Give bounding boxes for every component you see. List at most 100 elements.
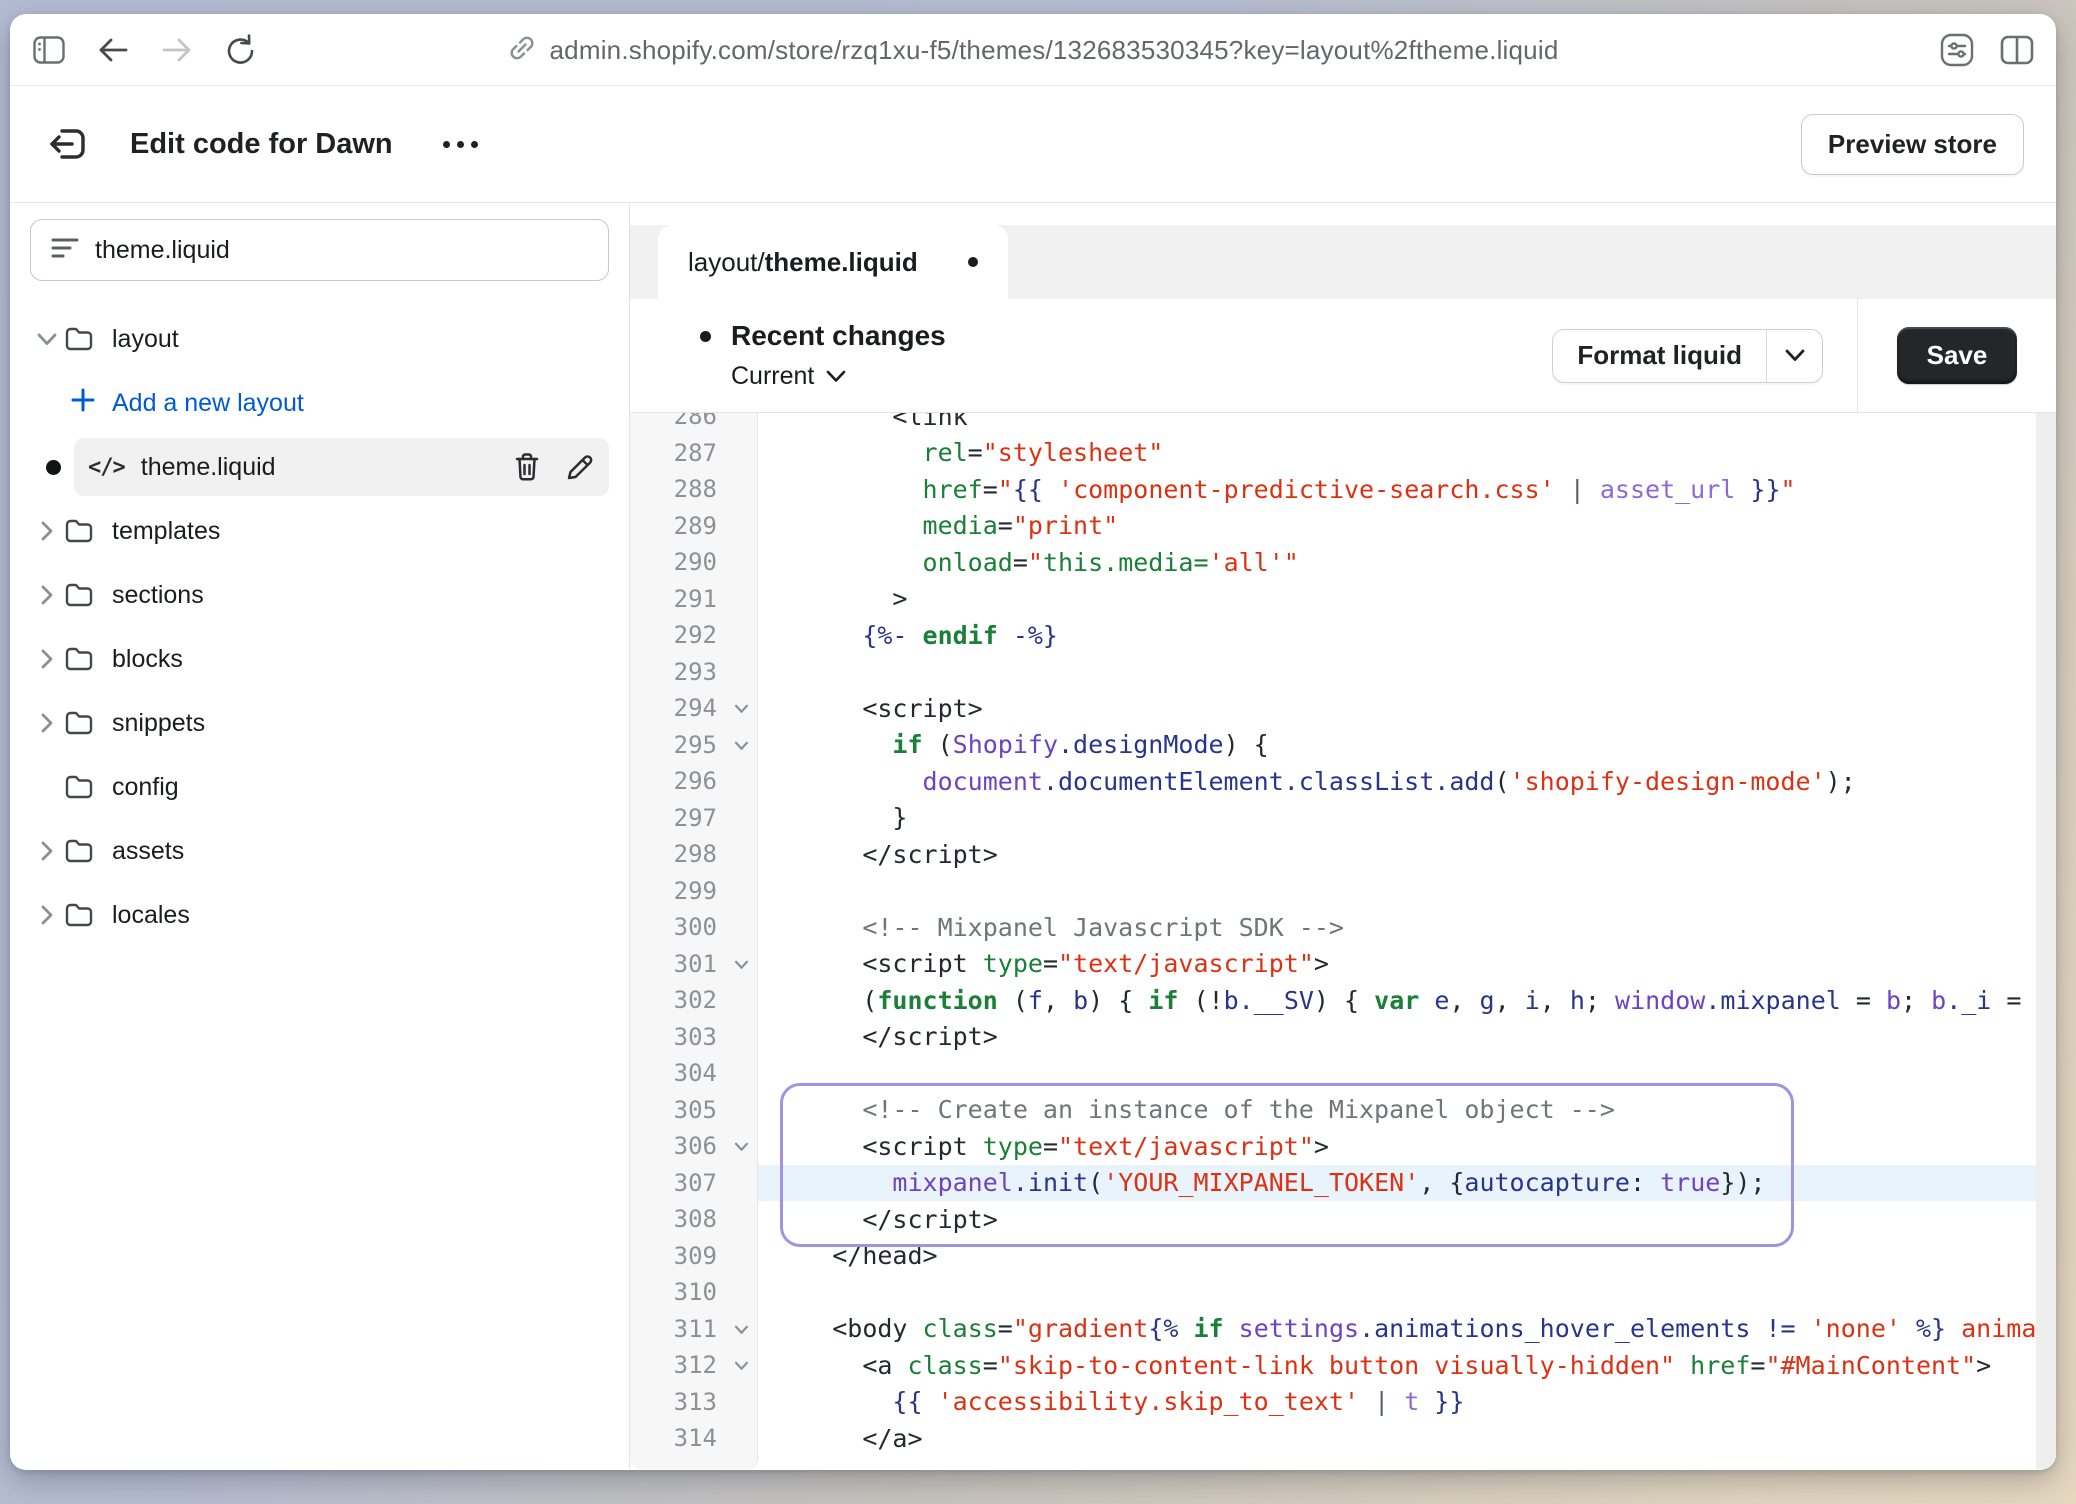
fold-chevron-icon[interactable]	[734, 741, 749, 751]
code-file-icon: </>	[88, 455, 125, 480]
sidebar-folder-templates[interactable]: templates	[30, 499, 609, 563]
plus-icon	[70, 387, 96, 420]
format-liquid-label: Format liquid	[1553, 330, 1766, 382]
save-button[interactable]: Save	[1897, 327, 2018, 384]
changes-dot	[700, 331, 711, 342]
line-number-gutter: 2862872882892902912922932942952962972982…	[630, 413, 758, 1469]
line-number: 291	[630, 581, 757, 618]
chevron-down-icon[interactable]	[30, 333, 64, 346]
code-line-310[interactable]	[758, 1274, 2036, 1311]
file-search-box[interactable]	[30, 219, 609, 281]
format-liquid-button[interactable]: Format liquid	[1552, 329, 1823, 383]
recent-changes-heading: Recent changes	[700, 320, 946, 352]
chevron-right-icon[interactable]	[30, 904, 64, 926]
code-line-314[interactable]: </a>	[758, 1420, 2036, 1457]
line-number: 300	[630, 909, 757, 946]
code-line-312[interactable]: <a class="skip-to-content-link button vi…	[758, 1347, 2036, 1384]
code-line-295[interactable]: if (Shopify.designMode) {	[758, 727, 2036, 764]
chevron-right-icon[interactable]	[30, 712, 64, 734]
link-icon	[508, 34, 536, 67]
fold-chevron-icon[interactable]	[734, 1325, 749, 1335]
code-line-305[interactable]: <!-- Create an instance of the Mixpanel …	[758, 1092, 2036, 1129]
line-number: 287	[630, 435, 757, 472]
search-input[interactable]	[95, 236, 588, 265]
vertical-scrollbar[interactable]	[2036, 413, 2056, 1469]
fold-chevron-icon[interactable]	[734, 960, 749, 970]
split-view-icon[interactable]	[2000, 33, 2034, 67]
chevron-right-icon[interactable]	[30, 648, 64, 670]
code-area[interactable]: 2862872882892902912922932942952962972982…	[630, 413, 2056, 1469]
rename-file-icon[interactable]	[565, 452, 595, 482]
folder-icon	[64, 774, 94, 800]
line-number: 311	[630, 1311, 757, 1348]
editor-header: Recent changes Current Format liquid	[630, 299, 2056, 413]
fold-chevron-icon[interactable]	[734, 1142, 749, 1152]
code-line-307[interactable]: mixpanel.init('YOUR_MIXPANEL_TOKEN', {au…	[758, 1165, 2036, 1202]
sidebar-folder-blocks[interactable]: blocks	[30, 627, 609, 691]
chevron-right-icon[interactable]	[30, 584, 64, 606]
file-label: theme.liquid	[141, 453, 513, 482]
fold-chevron-icon[interactable]	[734, 704, 749, 714]
code-line-296[interactable]: document.documentElement.classList.add('…	[758, 763, 2036, 800]
line-number: 301	[630, 946, 757, 983]
app-header: Edit code for Dawn Preview store	[10, 86, 2056, 203]
code-line-293[interactable]	[758, 654, 2036, 691]
code-line-294[interactable]: <script>	[758, 690, 2036, 727]
code-line-309[interactable]: </head>	[758, 1238, 2036, 1275]
add-new-layout-link[interactable]: Add a new layout	[30, 371, 609, 435]
back-button-icon[interactable]	[96, 33, 130, 67]
browser-window: admin.shopify.com/store/rzq1xu-f5/themes…	[10, 14, 2056, 1470]
chevron-right-icon[interactable]	[30, 840, 64, 862]
code-line-306[interactable]: <script type="text/javascript">	[758, 1128, 2036, 1165]
line-number: 289	[630, 508, 757, 545]
browser-settings-icon[interactable]	[1940, 33, 1974, 67]
sidebar-folder-sections[interactable]: sections	[30, 563, 609, 627]
code-line-313[interactable]: {{ 'accessibility.skip_to_text' | t }}	[758, 1384, 2036, 1421]
sidebar-file-theme.liquid[interactable]: </> theme.liquid	[30, 435, 609, 499]
code-line-311[interactable]: <body class="gradient{% if settings.anim…	[758, 1311, 2036, 1348]
folder-icon	[64, 902, 94, 928]
code-line-289[interactable]: media="print"	[758, 508, 2036, 545]
sidebar-folder-snippets[interactable]: snippets	[30, 691, 609, 755]
preview-store-button[interactable]: Preview store	[1801, 114, 2024, 175]
delete-file-icon[interactable]	[513, 452, 541, 482]
sidebar-toggle-icon[interactable]	[32, 33, 66, 67]
line-number: 312	[630, 1347, 757, 1384]
address-bar[interactable]: admin.shopify.com/store/rzq1xu-f5/themes…	[508, 34, 1559, 67]
code-line-292[interactable]: {%- endif -%}	[758, 617, 2036, 654]
code-line-287[interactable]: rel="stylesheet"	[758, 435, 2036, 472]
forward-button-icon[interactable]	[160, 33, 194, 67]
code-line-308[interactable]: </script>	[758, 1201, 2036, 1238]
folder-label: sections	[112, 581, 204, 610]
line-number: 305	[630, 1092, 757, 1129]
code-line-290[interactable]: onload="this.media='all'"	[758, 544, 2036, 581]
tab-theme-liquid[interactable]: layout/theme.liquid	[658, 225, 1008, 299]
exit-editor-icon[interactable]	[46, 121, 92, 167]
modified-dot	[46, 460, 61, 475]
code-pane[interactable]: <link rel="stylesheet" href="{{ 'compone…	[758, 413, 2036, 1469]
code-line-297[interactable]: }	[758, 800, 2036, 837]
fold-chevron-icon[interactable]	[734, 1361, 749, 1371]
folder-label: templates	[112, 517, 220, 546]
sidebar-folder-config[interactable]: config	[30, 755, 609, 819]
format-options-caret[interactable]	[1766, 330, 1822, 382]
code-line-304[interactable]	[758, 1055, 2036, 1092]
folder-icon	[64, 326, 94, 352]
code-line-303[interactable]: </script>	[758, 1019, 2036, 1056]
code-line-298[interactable]: </script>	[758, 836, 2036, 873]
version-dropdown[interactable]: Current	[731, 362, 946, 391]
code-line-291[interactable]: >	[758, 581, 2036, 618]
more-actions-button[interactable]	[435, 133, 486, 156]
reload-icon[interactable]	[224, 33, 258, 67]
code-line-301[interactable]: <script type="text/javascript">	[758, 946, 2036, 983]
code-line-286[interactable]: <link	[758, 413, 2036, 435]
code-line-288[interactable]: href="{{ 'component-predictive-search.cs…	[758, 471, 2036, 508]
code-line-300[interactable]: <!-- Mixpanel Javascript SDK -->	[758, 909, 2036, 946]
code-line-302[interactable]: (function (f, b) { if (!b.__SV) { var e,…	[758, 982, 2036, 1019]
chevron-right-icon[interactable]	[30, 520, 64, 542]
sidebar-folder-locales[interactable]: locales	[30, 883, 609, 947]
folder-icon	[64, 518, 94, 544]
sidebar-folder-layout[interactable]: layout	[30, 307, 609, 371]
code-line-299[interactable]	[758, 873, 2036, 910]
sidebar-folder-assets[interactable]: assets	[30, 819, 609, 883]
